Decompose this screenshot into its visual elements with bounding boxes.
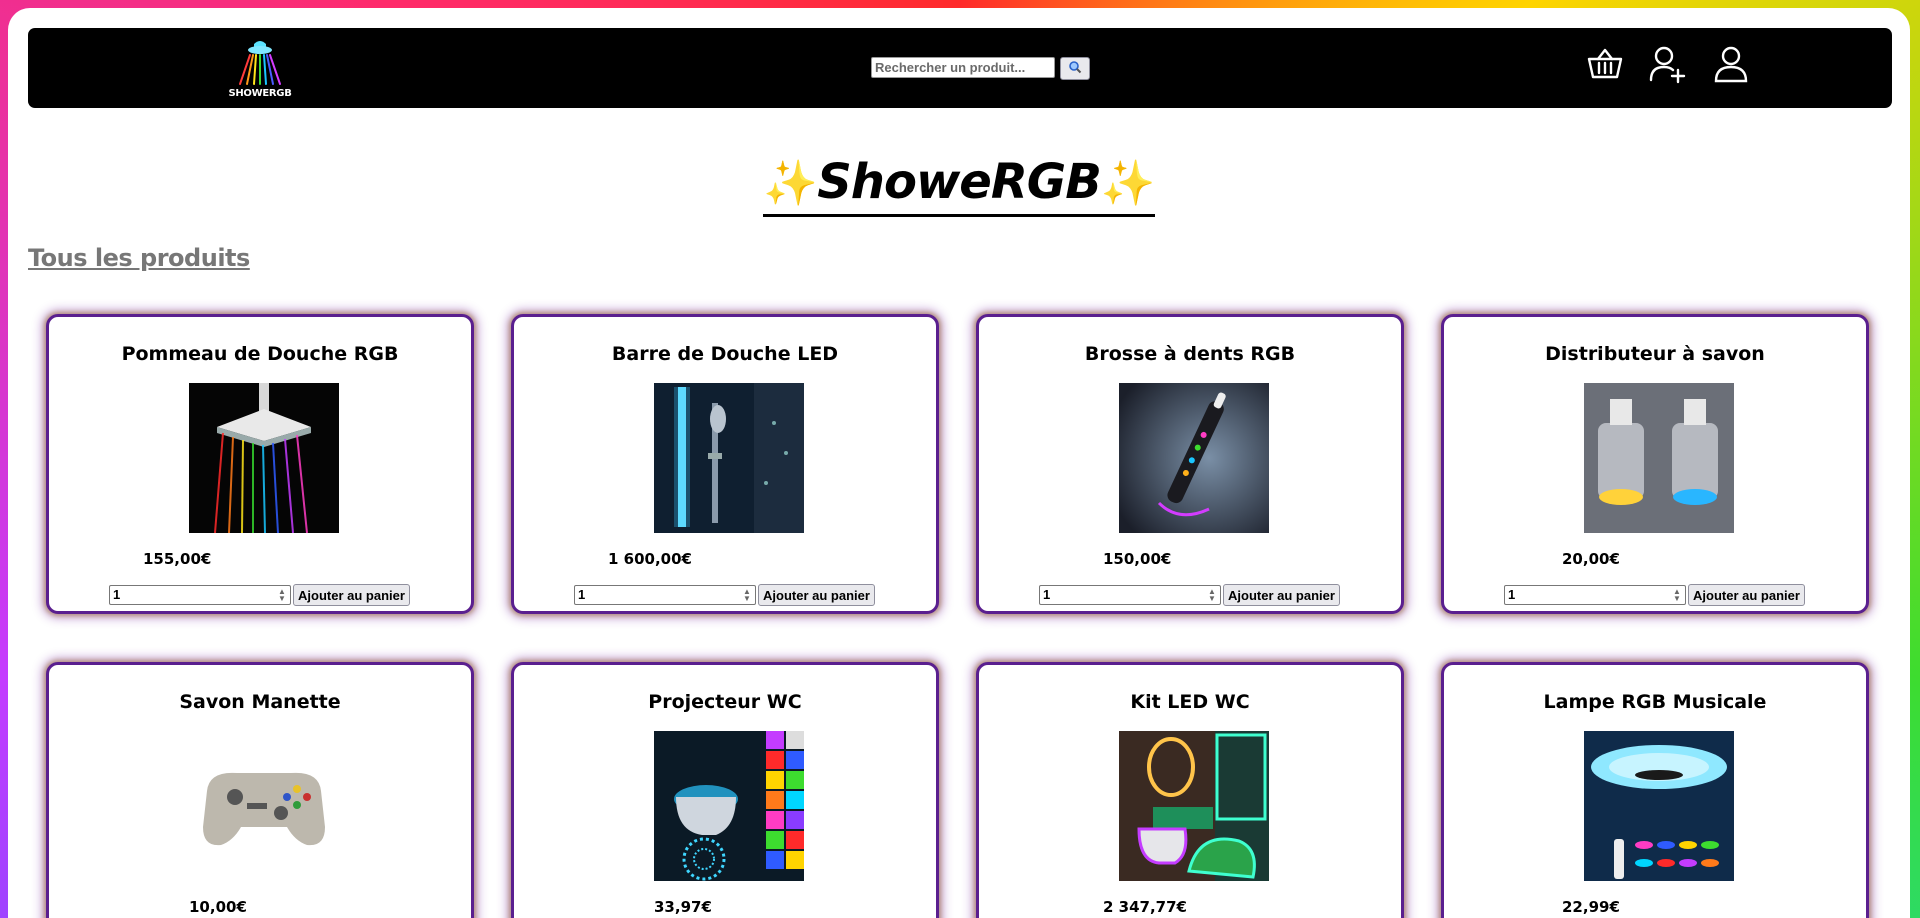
product-price: 22,99€ (1562, 898, 1620, 916)
page-title: ✨ShoweRGB✨ (763, 154, 1156, 217)
product-name: Brosse à dents RGB (1084, 343, 1296, 365)
led-wc-kit-image (1119, 731, 1269, 881)
rgb-shower-logo-icon (239, 41, 281, 85)
search-button[interactable] (1060, 57, 1090, 80)
search-input[interactable] (871, 57, 1055, 78)
sparkles-icon: ✨ (763, 158, 818, 209)
product-image[interactable] (1119, 731, 1269, 881)
magnifier-icon (1069, 61, 1082, 74)
product-image[interactable] (1119, 383, 1269, 533)
product-name: Barre de Douche LED (611, 343, 839, 365)
controller-soap-image (189, 731, 339, 881)
title-text: ShoweRGB (817, 154, 1102, 210)
quantity-input[interactable]: 1 ▲ ▼ (1504, 585, 1686, 605)
rgb-music-lamp-image (1584, 731, 1734, 881)
product-image[interactable] (189, 383, 339, 533)
rgb-shower-head-image (189, 383, 339, 533)
spin-arrows-icon[interactable]: ▲ ▼ (1671, 588, 1683, 603)
quantity-input[interactable]: 1 ▲ ▼ (109, 585, 291, 605)
page: SHOWERGB Rechercher un produit... ✨Showe… (8, 8, 1910, 918)
add-to-cart-button[interactable]: Ajouter au panier (1223, 584, 1340, 606)
product-card: Pommeau de Douche RGB 155,00€ 1 ▲ ▼ Ajou… (46, 314, 474, 614)
quantity-input[interactable]: 1 ▲ ▼ (574, 585, 756, 605)
product-name: Distributeur à savon (1545, 343, 1765, 365)
soap-dispenser-image (1584, 383, 1734, 533)
product-price: 33,97€ (654, 898, 712, 916)
product-card: Kit LED WC 2 347,77€ (976, 662, 1404, 918)
spin-arrows-icon[interactable]: ▲ ▼ (1206, 588, 1218, 603)
user-icon[interactable] (1711, 44, 1751, 84)
spin-arrows-icon[interactable]: ▲ ▼ (276, 588, 288, 603)
product-image[interactable] (189, 731, 339, 881)
quantity-value: 1 (113, 587, 121, 602)
product-card: Barre de Douche LED 1 600,00€ 1 ▲ ▼ Ajoute… (511, 314, 939, 614)
quantity-value: 1 (578, 587, 586, 602)
sparkles-icon: ✨ (1100, 158, 1156, 209)
basket-icon[interactable] (1585, 44, 1625, 84)
rgb-toothbrush-image (1119, 383, 1269, 533)
add-to-cart-button[interactable]: Ajouter au panier (758, 584, 875, 606)
add-user-icon[interactable] (1648, 44, 1688, 84)
product-card: Brosse à dents RGB 150,00€ 1 ▲ ▼ Ajouter… (976, 314, 1404, 614)
quantity-value: 1 (1043, 587, 1051, 602)
product-card: Distributeur à savon 20,00€ 1 ▲ ▼ Ajouter … (1441, 314, 1869, 614)
product-name: Savon Manette (179, 691, 341, 713)
product-price: 150,00€ (1103, 550, 1172, 568)
logo-text: SHOWERGB (228, 88, 292, 99)
product-name: Kit LED WC (1130, 691, 1250, 713)
product-image[interactable] (654, 383, 804, 533)
product-name: Pommeau de Douche RGB (121, 343, 399, 365)
top-header: SHOWERGB (28, 28, 1892, 108)
product-price: 1 600,00€ (608, 550, 692, 568)
product-name: Projecteur WC (648, 691, 802, 713)
product-image[interactable] (654, 731, 804, 881)
add-to-cart-button[interactable]: Ajouter au panier (293, 584, 410, 606)
toilet-projector-image (654, 731, 804, 881)
add-to-cart-button[interactable]: Ajouter au panier (1688, 584, 1805, 606)
product-image[interactable] (1584, 731, 1734, 881)
search-bar (871, 57, 1090, 80)
quantity-value: 1 (1508, 587, 1516, 602)
title-wrap: ✨ShoweRGB✨ (8, 156, 1910, 217)
spin-arrows-icon[interactable]: ▲ ▼ (741, 588, 753, 603)
product-price: 20,00€ (1562, 550, 1620, 568)
product-price: 2 347,77€ (1103, 898, 1187, 916)
section-heading[interactable]: Tous les produits (28, 244, 250, 272)
product-price: 155,00€ (143, 550, 212, 568)
product-card: Projecteur WC 33,97€ (511, 662, 939, 918)
showergb-logo[interactable]: SHOWERGB (228, 36, 292, 100)
quantity-input[interactable]: 1 ▲ ▼ (1039, 585, 1221, 605)
product-image[interactable] (1584, 383, 1734, 533)
product-card: Lampe RGB Musicale 22,99€ (1441, 662, 1869, 918)
product-price: 10,00€ (189, 898, 247, 916)
product-card: Savon Manette 10,00€ (46, 662, 474, 918)
led-shower-bar-image (654, 383, 804, 533)
product-name: Lampe RGB Musicale (1543, 691, 1767, 713)
